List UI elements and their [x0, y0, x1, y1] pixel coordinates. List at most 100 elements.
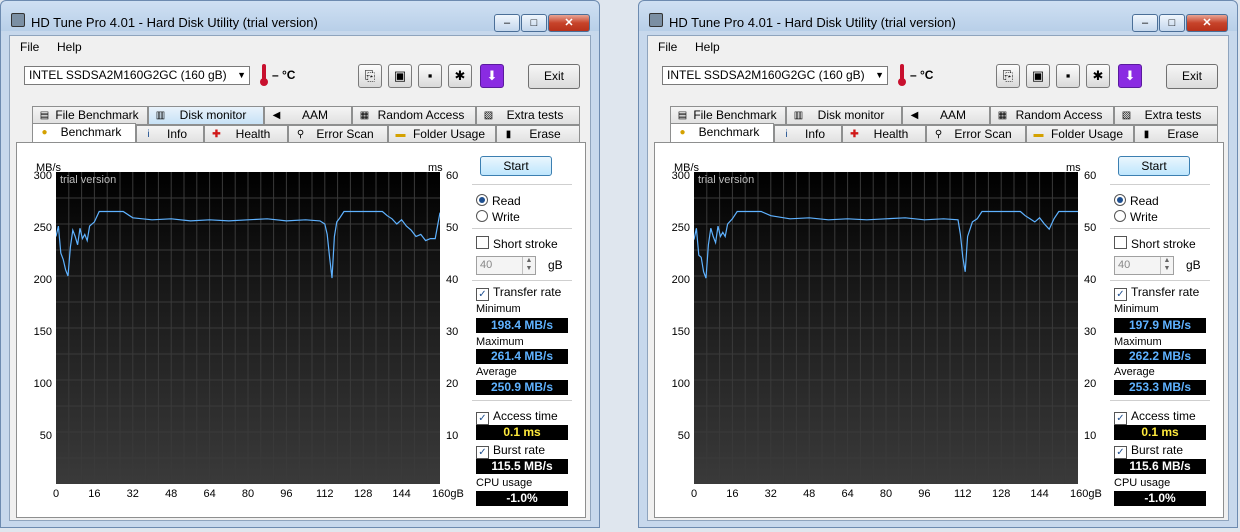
write-radio[interactable]: Write — [476, 210, 520, 224]
benchmark-plot: trial version — [56, 172, 440, 484]
exit-button[interactable]: Exit — [528, 64, 580, 89]
minimum-label: Minimum — [476, 303, 521, 315]
tab-disk-monitor[interactable]: ▥ Disk monitor — [148, 106, 264, 125]
x-tick-label: 32 — [764, 488, 777, 500]
spinner-arrows-icon[interactable]: ▲ ▼ — [1160, 257, 1173, 274]
right-tick-label: 30 — [1084, 326, 1097, 338]
burst-rate-checkbox[interactable]: ✓ Burst rate — [1114, 443, 1183, 459]
save-icon[interactable]: ▪ — [418, 64, 442, 88]
short-stroke-checkbox[interactable]: Short stroke — [1114, 236, 1196, 251]
copy-image-icon[interactable]: ▣ — [388, 64, 412, 88]
divider — [1110, 184, 1210, 185]
drive-select[interactable]: INTEL SSDSA2M160G2GC (160 gB) ▼ — [24, 66, 250, 85]
right-tick-label: 40 — [1084, 274, 1097, 286]
lightbulb-icon: ● — [41, 127, 48, 138]
menu-help[interactable]: Help — [57, 40, 82, 54]
copy-text-icon[interactable]: ⎘ — [996, 64, 1020, 88]
minimum-value: 198.4 MB/s — [476, 318, 568, 333]
start-button[interactable]: Start — [480, 156, 552, 176]
benchmark-chart — [56, 172, 440, 484]
info-icon: i — [785, 129, 788, 140]
disk-monitor-icon: ▥ — [155, 110, 166, 121]
tab-benchmark[interactable]: ● Benchmark — [670, 123, 774, 144]
read-radio[interactable]: Read — [1114, 194, 1159, 208]
x-tick-label: 48 — [165, 488, 178, 500]
close-button[interactable]: ✕ — [548, 14, 590, 32]
checkmark-icon: ✓ — [1114, 288, 1127, 301]
tab-disk-monitor[interactable]: ▥ Disk monitor — [786, 106, 902, 125]
read-radio[interactable]: Read — [476, 194, 521, 208]
trial-watermark: trial version — [698, 174, 755, 186]
title-bar[interactable]: HD Tune Pro 4.01 - Hard Disk Utility (tr… — [1, 1, 601, 33]
copy-text-icon[interactable]: ⎘ — [358, 64, 382, 88]
minimize-button[interactable]: – — [1132, 14, 1158, 32]
cpu-usage-value: -1.0% — [476, 491, 568, 506]
hdtune-window-left: HD Tune Pro 4.01 - Hard Disk Utility (tr… — [0, 0, 600, 532]
right-tick-label: 60 — [1084, 170, 1097, 182]
x-tick-label: 80 — [241, 488, 255, 500]
copy-image-icon[interactable]: ▣ — [1026, 64, 1050, 88]
tab-extra-tests[interactable]: ▧ Extra tests — [476, 106, 580, 125]
x-tick-label: 160gB — [1070, 488, 1102, 500]
x-tick-label: 144 — [1030, 488, 1049, 500]
drive-select[interactable]: INTEL SSDSA2M160G2GC (160 gB) ▼ — [662, 66, 888, 85]
thermometer-icon — [898, 64, 906, 86]
tab-aam[interactable]: ◀ AAM — [264, 106, 352, 125]
magnifier-icon: ⚲ — [934, 129, 943, 140]
close-button[interactable]: ✕ — [1186, 14, 1228, 32]
tab-extra-tests[interactable]: ▧ Extra tests — [1114, 106, 1218, 125]
menu-file[interactable]: File — [658, 40, 677, 54]
stroke-spinner[interactable]: 40 ▲ ▼ — [1114, 256, 1174, 275]
disk-monitor-icon: ▥ — [793, 110, 804, 121]
exit-button[interactable]: Exit — [1166, 64, 1218, 89]
temperature-readout: – °C — [272, 68, 296, 82]
checkmark-icon: ✓ — [476, 412, 489, 425]
x-tick-label: 16 — [88, 488, 101, 500]
right-tick-label: 50 — [446, 222, 459, 234]
maximize-button[interactable]: □ — [521, 14, 547, 32]
right-tick-label: 20 — [1084, 378, 1097, 390]
tab-random-access[interactable]: ▦ Random Access — [352, 106, 476, 125]
save-icon[interactable]: ▪ — [1056, 64, 1080, 88]
write-radio[interactable]: Write — [1114, 210, 1158, 224]
menu-file[interactable]: File — [20, 40, 39, 54]
app-icon — [649, 13, 663, 27]
checkmark-icon: ✓ — [476, 288, 489, 301]
stroke-spinner[interactable]: 40 ▲ ▼ — [476, 256, 536, 275]
extra-tests-icon: ▧ — [483, 110, 494, 121]
minimize-button[interactable]: – — [494, 14, 520, 32]
options-icon[interactable]: ✱ — [448, 64, 472, 88]
download-arrow-icon[interactable]: ⬇ — [1118, 64, 1142, 88]
spinner-arrows-icon[interactable]: ▲ ▼ — [522, 257, 535, 274]
short-stroke-checkbox[interactable]: Short stroke — [476, 236, 558, 251]
right-tick-label: 40 — [446, 274, 459, 286]
x-tick-label: 64 — [203, 488, 216, 500]
window-title: HD Tune Pro 4.01 - Hard Disk Utility (tr… — [669, 15, 956, 30]
start-button[interactable]: Start — [1118, 156, 1190, 176]
tab-aam[interactable]: ◀ AAM — [902, 106, 990, 125]
tab-random-access[interactable]: ▦ Random Access — [990, 106, 1114, 125]
title-bar[interactable]: HD Tune Pro 4.01 - Hard Disk Utility (tr… — [639, 1, 1239, 33]
access-time-value: 0.1 ms — [1114, 425, 1206, 440]
cpu-usage-label: CPU usage — [1114, 477, 1171, 489]
tab-benchmark[interactable]: ● Benchmark — [32, 123, 136, 144]
window-client: File Help INTEL SSDSA2M160G2GC (160 gB) … — [9, 35, 591, 521]
menu-help[interactable]: Help — [695, 40, 720, 54]
maximize-button[interactable]: □ — [1159, 14, 1185, 32]
health-cross-icon: ✚ — [212, 129, 221, 140]
radio-on-icon — [1114, 194, 1126, 206]
checkbox-empty-icon — [1114, 236, 1127, 249]
y-tick-label: 300 — [671, 170, 690, 182]
average-label: Average — [476, 366, 517, 378]
download-arrow-icon[interactable]: ⬇ — [480, 64, 504, 88]
transfer-rate-checkbox[interactable]: ✓ Transfer rate — [1114, 285, 1199, 301]
access-time-checkbox[interactable]: ✓ Access time — [1114, 409, 1196, 425]
file-benchmark-icon: ▤ — [39, 110, 50, 121]
x-tick-label: 0 — [690, 488, 698, 500]
access-time-checkbox[interactable]: ✓ Access time — [476, 409, 558, 425]
options-icon[interactable]: ✱ — [1086, 64, 1110, 88]
transfer-rate-checkbox[interactable]: ✓ Transfer rate — [476, 285, 561, 301]
average-value: 253.3 MB/s — [1114, 380, 1206, 395]
burst-rate-checkbox[interactable]: ✓ Burst rate — [476, 443, 545, 459]
y-tick-label: 50 — [39, 430, 52, 442]
